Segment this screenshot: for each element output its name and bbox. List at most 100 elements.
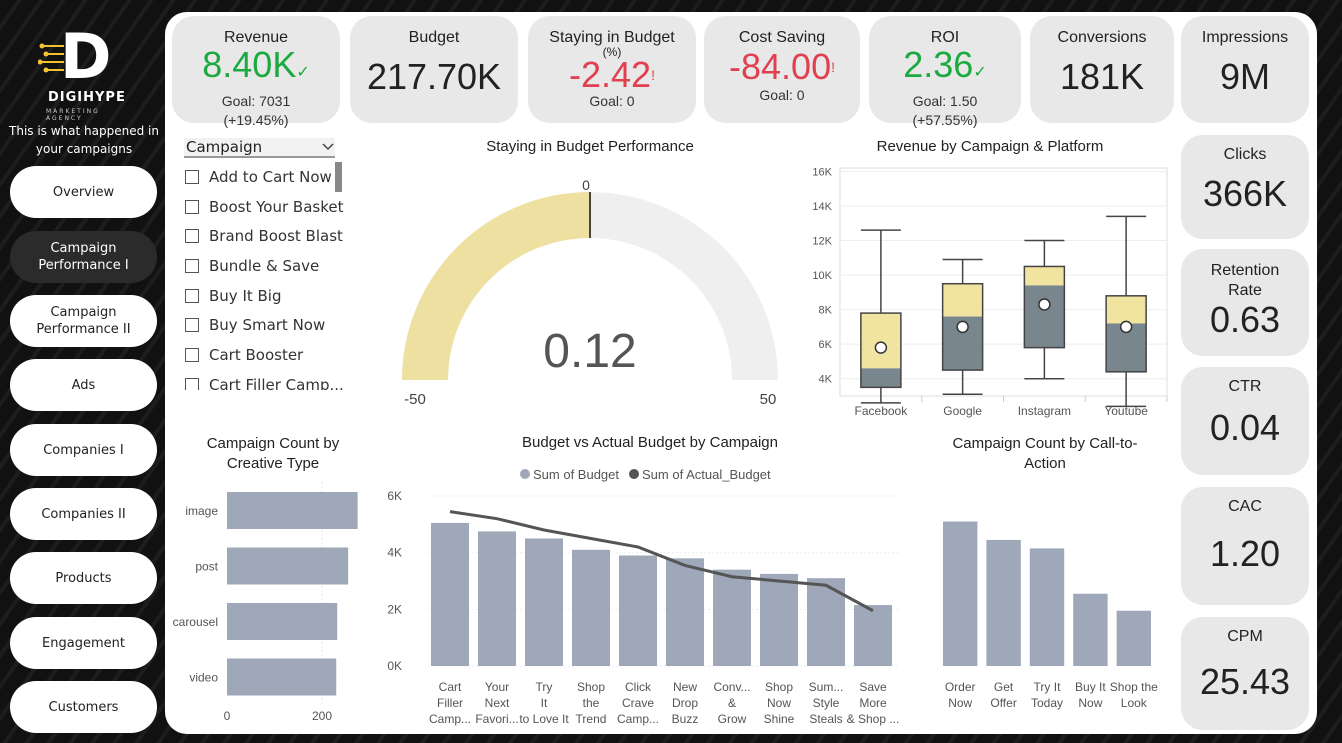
- cta-chart: Order Now Get Offer Try It Today Buy It Now Shop…: [943, 521, 1158, 710]
- nav-label: Companies I: [43, 442, 124, 458]
- x-tick-label: 200: [312, 709, 332, 723]
- alert-icon: !: [831, 59, 835, 75]
- kpi-title: Impressions: [1201, 29, 1289, 46]
- kpi-revenue: Revenue 8.40K✓ Goal: 7031 (+19.45%): [172, 16, 340, 128]
- kpi-value: 366K: [1202, 173, 1288, 214]
- kpi-title: CPM: [1227, 628, 1263, 645]
- slicer-item[interactable]: Cart Filler Camp...: [184, 370, 344, 390]
- x-tick-label: Facebook: [855, 404, 909, 418]
- nav-campaign-performance-1[interactable]: Campaign Performance I: [10, 231, 157, 283]
- x-tick-label: & Shop ...: [847, 712, 900, 726]
- x-tick-label: Now: [767, 696, 791, 710]
- y-tick-label: 10K: [812, 270, 832, 282]
- kpi-cost-saving: Cost Saving -84.00! Goal: 0: [704, 16, 860, 123]
- x-tick-label: Today: [1031, 696, 1063, 710]
- kpi-goal: Goal: 0: [759, 87, 805, 103]
- slicer-item-label: Buy It Big: [209, 286, 282, 305]
- checkbox[interactable]: [185, 347, 199, 362]
- checkbox[interactable]: [185, 318, 199, 333]
- slicer-item[interactable]: Buy It Big: [184, 281, 344, 311]
- kpi-title: CTR: [1228, 378, 1262, 395]
- nav-products[interactable]: Products: [10, 552, 157, 604]
- y-tick-label: 6K: [387, 489, 402, 503]
- nav-label: Companies II: [41, 506, 126, 522]
- x-tick-label: It: [541, 696, 548, 710]
- x-tick-label: Shine: [764, 712, 795, 726]
- checkbox[interactable]: [185, 199, 199, 214]
- creative-type-chart: image post carousel video 0 200: [173, 482, 358, 723]
- nav-companies-1[interactable]: Companies I: [10, 424, 157, 476]
- checkbox[interactable]: [185, 377, 199, 390]
- creative-type-title: Campaign Count by Creative Type: [206, 435, 340, 472]
- y-tick-label: 8K: [819, 305, 833, 317]
- x-tick-label: Style: [813, 696, 840, 710]
- nav-campaign-performance-2[interactable]: Campaign Performance II: [10, 295, 157, 347]
- x-tick-label: Now: [1078, 696, 1102, 710]
- checkbox[interactable]: [185, 229, 199, 244]
- kpi-title: Conversions: [1057, 29, 1147, 46]
- nav-label: Overview: [52, 184, 115, 200]
- nav-companies-2[interactable]: Companies II: [10, 488, 157, 540]
- box-upper: [1024, 266, 1065, 286]
- nav-overview[interactable]: Overview: [10, 166, 157, 218]
- box-lower: [1024, 285, 1065, 348]
- budget-bar: [854, 605, 892, 666]
- kpi-value: 217.70K: [366, 56, 502, 97]
- nav-label: Campaign Performance I: [38, 241, 129, 273]
- budget-bar: [666, 558, 704, 666]
- budget-bar: [619, 555, 657, 666]
- slicer-title: Campaign: [186, 138, 263, 156]
- x-tick-label: More: [859, 696, 887, 710]
- slicer-item-label: Bundle & Save: [209, 256, 320, 275]
- slicer-scrollbar[interactable]: [335, 162, 342, 192]
- x-tick-label: Sum...: [809, 680, 844, 694]
- slicer-item[interactable]: Cart Booster: [184, 340, 344, 370]
- x-tick-label: Save: [859, 680, 887, 694]
- kpi-title: CAC: [1228, 498, 1262, 515]
- slicer-item[interactable]: Brand Boost Blast: [184, 221, 344, 251]
- kpi-value: -84.00: [729, 46, 832, 87]
- kpi-retention-rate: Retention Rate 0.63: [1181, 249, 1309, 356]
- cta-bar: [1029, 548, 1065, 666]
- x-tick-label: Filler: [437, 696, 463, 710]
- slicer-item[interactable]: Boost Your Basket: [184, 192, 344, 222]
- budget-bar: [713, 569, 751, 666]
- y-tick-label: post: [195, 560, 218, 574]
- y-tick-label: 6K: [819, 339, 833, 351]
- slicer-dropdown[interactable]: Campaign: [184, 138, 335, 158]
- kpi-impressions: Impressions 9M: [1181, 16, 1309, 123]
- x-tick-label: Steals: [809, 712, 842, 726]
- slicer-item[interactable]: Buy Smart Now: [184, 310, 344, 340]
- nav-label: Engagement: [42, 635, 125, 651]
- y-tick-label: 0K: [387, 659, 402, 673]
- legend-dot-budget: [520, 469, 530, 479]
- slicer-item[interactable]: Bundle & Save: [184, 251, 344, 281]
- kpi-delta: (+19.45%): [223, 112, 289, 128]
- checkbox[interactable]: [185, 169, 199, 184]
- x-tick-label: Order: [945, 680, 976, 694]
- nav-customers[interactable]: Customers: [10, 681, 157, 733]
- cta-bar: [943, 521, 978, 666]
- bar: [227, 603, 338, 640]
- check-icon: ✓: [296, 64, 310, 81]
- checkbox[interactable]: [185, 288, 199, 303]
- mean-marker: [1038, 298, 1051, 311]
- x-tick-label: New: [673, 680, 697, 694]
- brand-subtitle: MARKETING AGENCY: [46, 108, 100, 122]
- x-tick-label: Next: [485, 696, 510, 710]
- brand-logo: D DIGIHYPE MARKETING AGENCY: [30, 26, 140, 122]
- nav-engagement[interactable]: Engagement: [10, 617, 157, 669]
- checkbox[interactable]: [185, 258, 199, 273]
- slicer-item[interactable]: Add to Cart Now: [184, 162, 344, 192]
- x-tick-label: Click: [625, 680, 652, 694]
- kpi-clicks: Clicks 366K: [1181, 135, 1309, 239]
- nav-ads[interactable]: Ads: [10, 359, 157, 411]
- check-icon: ✓: [973, 64, 987, 81]
- budget-bar: [431, 522, 469, 666]
- x-tick-label: Look: [1121, 696, 1148, 710]
- y-tick-label: 16K: [812, 166, 832, 178]
- cta-bar: [1116, 610, 1151, 666]
- legend-actual: Sum of Actual_Budget: [642, 467, 771, 482]
- x-tick-label: Camp...: [617, 712, 659, 726]
- budget-bar: [478, 531, 516, 666]
